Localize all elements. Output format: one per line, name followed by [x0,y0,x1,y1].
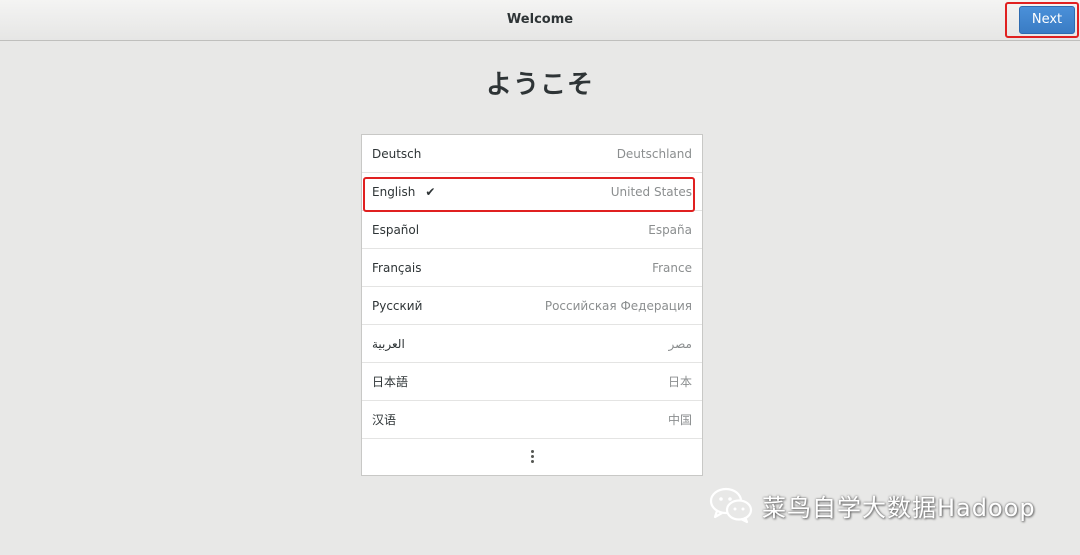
language-region: France [652,260,692,275]
wechat-icon [709,487,753,524]
language-row-espanol[interactable]: Español España [362,211,702,249]
language-region: United States [610,184,692,199]
language-name: Deutsch [372,146,422,161]
more-languages-button[interactable] [362,439,702,473]
language-row-arabic[interactable]: العربية مصر [362,325,702,363]
language-name-wrap: English ✔ [372,185,435,199]
language-name: العربية [372,336,405,351]
language-row-deutsch[interactable]: Deutsch Deutschland [362,135,702,173]
language-name: Español [372,222,420,237]
language-row-english[interactable]: English ✔ United States [362,173,702,211]
welcome-title: ようこそ [485,70,594,100]
language-region: 日本 [667,375,692,389]
language-name: English [372,184,416,199]
header-bar: Welcome Next [0,0,1080,41]
language-name: 汉语 [372,413,397,427]
more-vertical-icon [530,449,534,463]
language-name: 日本語 [372,375,409,389]
check-icon: ✔ [425,184,436,199]
language-name: Русский [372,298,423,313]
language-name: Français [372,260,422,275]
language-row-japanese[interactable]: 日本語 日本 [362,363,702,401]
language-list: Deutsch Deutschland English ✔ United Sta… [361,134,703,476]
watermark-text: 菜鸟自学大数据Hadoop [762,493,1036,522]
language-row-russian[interactable]: Русский Российская Федерация [362,287,702,325]
language-region: 中国 [667,413,692,427]
language-region: Российская Федерация [544,298,692,313]
watermark: 菜鸟自学大数据Hadoop [708,485,1036,525]
next-button[interactable]: Next [1019,6,1075,34]
header-title: Welcome [506,12,574,27]
language-row-francais[interactable]: Français France [362,249,702,287]
language-region: Deutschland [616,146,692,161]
language-region: España [648,222,692,237]
language-row-chinese[interactable]: 汉语 中国 [362,401,702,439]
language-region: مصر [668,336,692,351]
